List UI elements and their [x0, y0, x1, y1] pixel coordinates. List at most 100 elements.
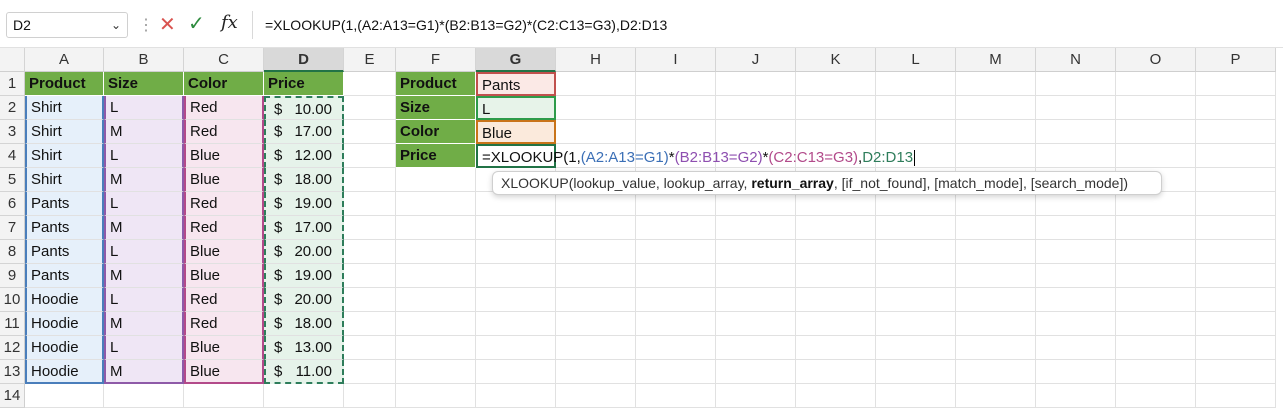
cell-l2[interactable] [876, 96, 956, 120]
cell-m7[interactable] [956, 216, 1036, 240]
cell-product[interactable]: Shirt [25, 96, 104, 120]
cell-j14[interactable] [716, 384, 796, 408]
cell-m13[interactable] [956, 360, 1036, 384]
cell-f12[interactable] [396, 336, 476, 360]
cell-i2[interactable] [636, 96, 716, 120]
cell-o6[interactable] [1116, 192, 1196, 216]
insert-function-icon[interactable]: fx [221, 12, 238, 33]
cell-l7[interactable] [876, 216, 956, 240]
cell-price[interactable]: $18.00 [264, 312, 344, 336]
cell-o2[interactable] [1116, 96, 1196, 120]
cell-h6[interactable] [556, 192, 636, 216]
cell-h1[interactable] [556, 72, 636, 96]
column-header-n[interactable]: N [1036, 48, 1116, 72]
cell-e13[interactable] [344, 360, 396, 384]
cell-m2[interactable] [956, 96, 1036, 120]
cell-i1[interactable] [636, 72, 716, 96]
header-product[interactable]: Product [25, 72, 104, 96]
cell-j9[interactable] [716, 264, 796, 288]
cell-size[interactable]: L [104, 288, 184, 312]
cell-g14[interactable] [476, 384, 556, 408]
row-header-6[interactable]: 6 [0, 192, 25, 216]
cell-g13[interactable] [476, 360, 556, 384]
cell-m3[interactable] [956, 120, 1036, 144]
row-header-9[interactable]: 9 [0, 264, 25, 288]
cell-f6[interactable] [396, 192, 476, 216]
cell-o9[interactable] [1116, 264, 1196, 288]
cell-p1[interactable] [1196, 72, 1276, 96]
cell-size[interactable]: L [104, 192, 184, 216]
cell-k13[interactable] [796, 360, 876, 384]
cell-j8[interactable] [716, 240, 796, 264]
cell-f8[interactable] [396, 240, 476, 264]
cell-color[interactable]: Red [184, 120, 264, 144]
cell-size[interactable]: M [104, 312, 184, 336]
cell-color[interactable]: Red [184, 192, 264, 216]
cell-price[interactable]: $20.00 [264, 240, 344, 264]
column-header-c[interactable]: C [184, 48, 264, 72]
cell-size[interactable]: M [104, 216, 184, 240]
cell-price[interactable]: $12.00 [264, 144, 344, 168]
row-header-3[interactable]: 3 [0, 120, 25, 144]
column-header-p[interactable]: P [1196, 48, 1276, 72]
cell-h14[interactable] [556, 384, 636, 408]
lookup-size-value[interactable]: L [476, 96, 556, 120]
cell-e4[interactable] [344, 144, 396, 168]
cell-c14[interactable] [184, 384, 264, 408]
cell-j10[interactable] [716, 288, 796, 312]
cell-k9[interactable] [796, 264, 876, 288]
cell-g12[interactable] [476, 336, 556, 360]
cell-h3[interactable] [556, 120, 636, 144]
cell-i9[interactable] [636, 264, 716, 288]
cell-p11[interactable] [1196, 312, 1276, 336]
cell-p14[interactable] [1196, 384, 1276, 408]
cell-l11[interactable] [876, 312, 956, 336]
column-header-h[interactable]: H [556, 48, 636, 72]
cell-f9[interactable] [396, 264, 476, 288]
cell-product[interactable]: Shirt [25, 120, 104, 144]
cell-price[interactable]: $19.00 [264, 264, 344, 288]
cell-e12[interactable] [344, 336, 396, 360]
cell-i10[interactable] [636, 288, 716, 312]
row-header-10[interactable]: 10 [0, 288, 25, 312]
cell-o13[interactable] [1116, 360, 1196, 384]
cell-f5[interactable] [396, 168, 476, 192]
cancel-icon[interactable]: ✕ [159, 12, 176, 37]
cell-p3[interactable] [1196, 120, 1276, 144]
cell-n8[interactable] [1036, 240, 1116, 264]
column-header-f[interactable]: F [396, 48, 476, 72]
cell-product[interactable]: Pants [25, 240, 104, 264]
cell-f10[interactable] [396, 288, 476, 312]
cell-o10[interactable] [1116, 288, 1196, 312]
cell-n1[interactable] [1036, 72, 1116, 96]
cell-i12[interactable] [636, 336, 716, 360]
column-header-m[interactable]: M [956, 48, 1036, 72]
cell-product[interactable]: Pants [25, 216, 104, 240]
column-header-a[interactable]: A [25, 48, 104, 72]
cell-e5[interactable] [344, 168, 396, 192]
row-header-5[interactable]: 5 [0, 168, 25, 192]
cell-d14[interactable] [264, 384, 344, 408]
cell-l1[interactable] [876, 72, 956, 96]
header-size[interactable]: Size [104, 72, 184, 96]
lookup-label-color[interactable]: Color [396, 120, 476, 144]
cell-product[interactable]: Hoodie [25, 288, 104, 312]
cell-price[interactable]: $17.00 [264, 120, 344, 144]
cell-n14[interactable] [1036, 384, 1116, 408]
cell-e7[interactable] [344, 216, 396, 240]
cell-p5[interactable] [1196, 168, 1276, 192]
cell-e2[interactable] [344, 96, 396, 120]
cell-k7[interactable] [796, 216, 876, 240]
column-header-k[interactable]: K [796, 48, 876, 72]
cell-product[interactable]: Pants [25, 264, 104, 288]
cell-m1[interactable] [956, 72, 1036, 96]
cell-j6[interactable] [716, 192, 796, 216]
cell-o14[interactable] [1116, 384, 1196, 408]
cell-size[interactable]: M [104, 168, 184, 192]
header-price[interactable]: Price [264, 72, 344, 96]
cell-color[interactable]: Red [184, 312, 264, 336]
cell-j7[interactable] [716, 216, 796, 240]
cell-g6[interactable] [476, 192, 556, 216]
cell-color[interactable]: Blue [184, 264, 264, 288]
cell-b14[interactable] [104, 384, 184, 408]
